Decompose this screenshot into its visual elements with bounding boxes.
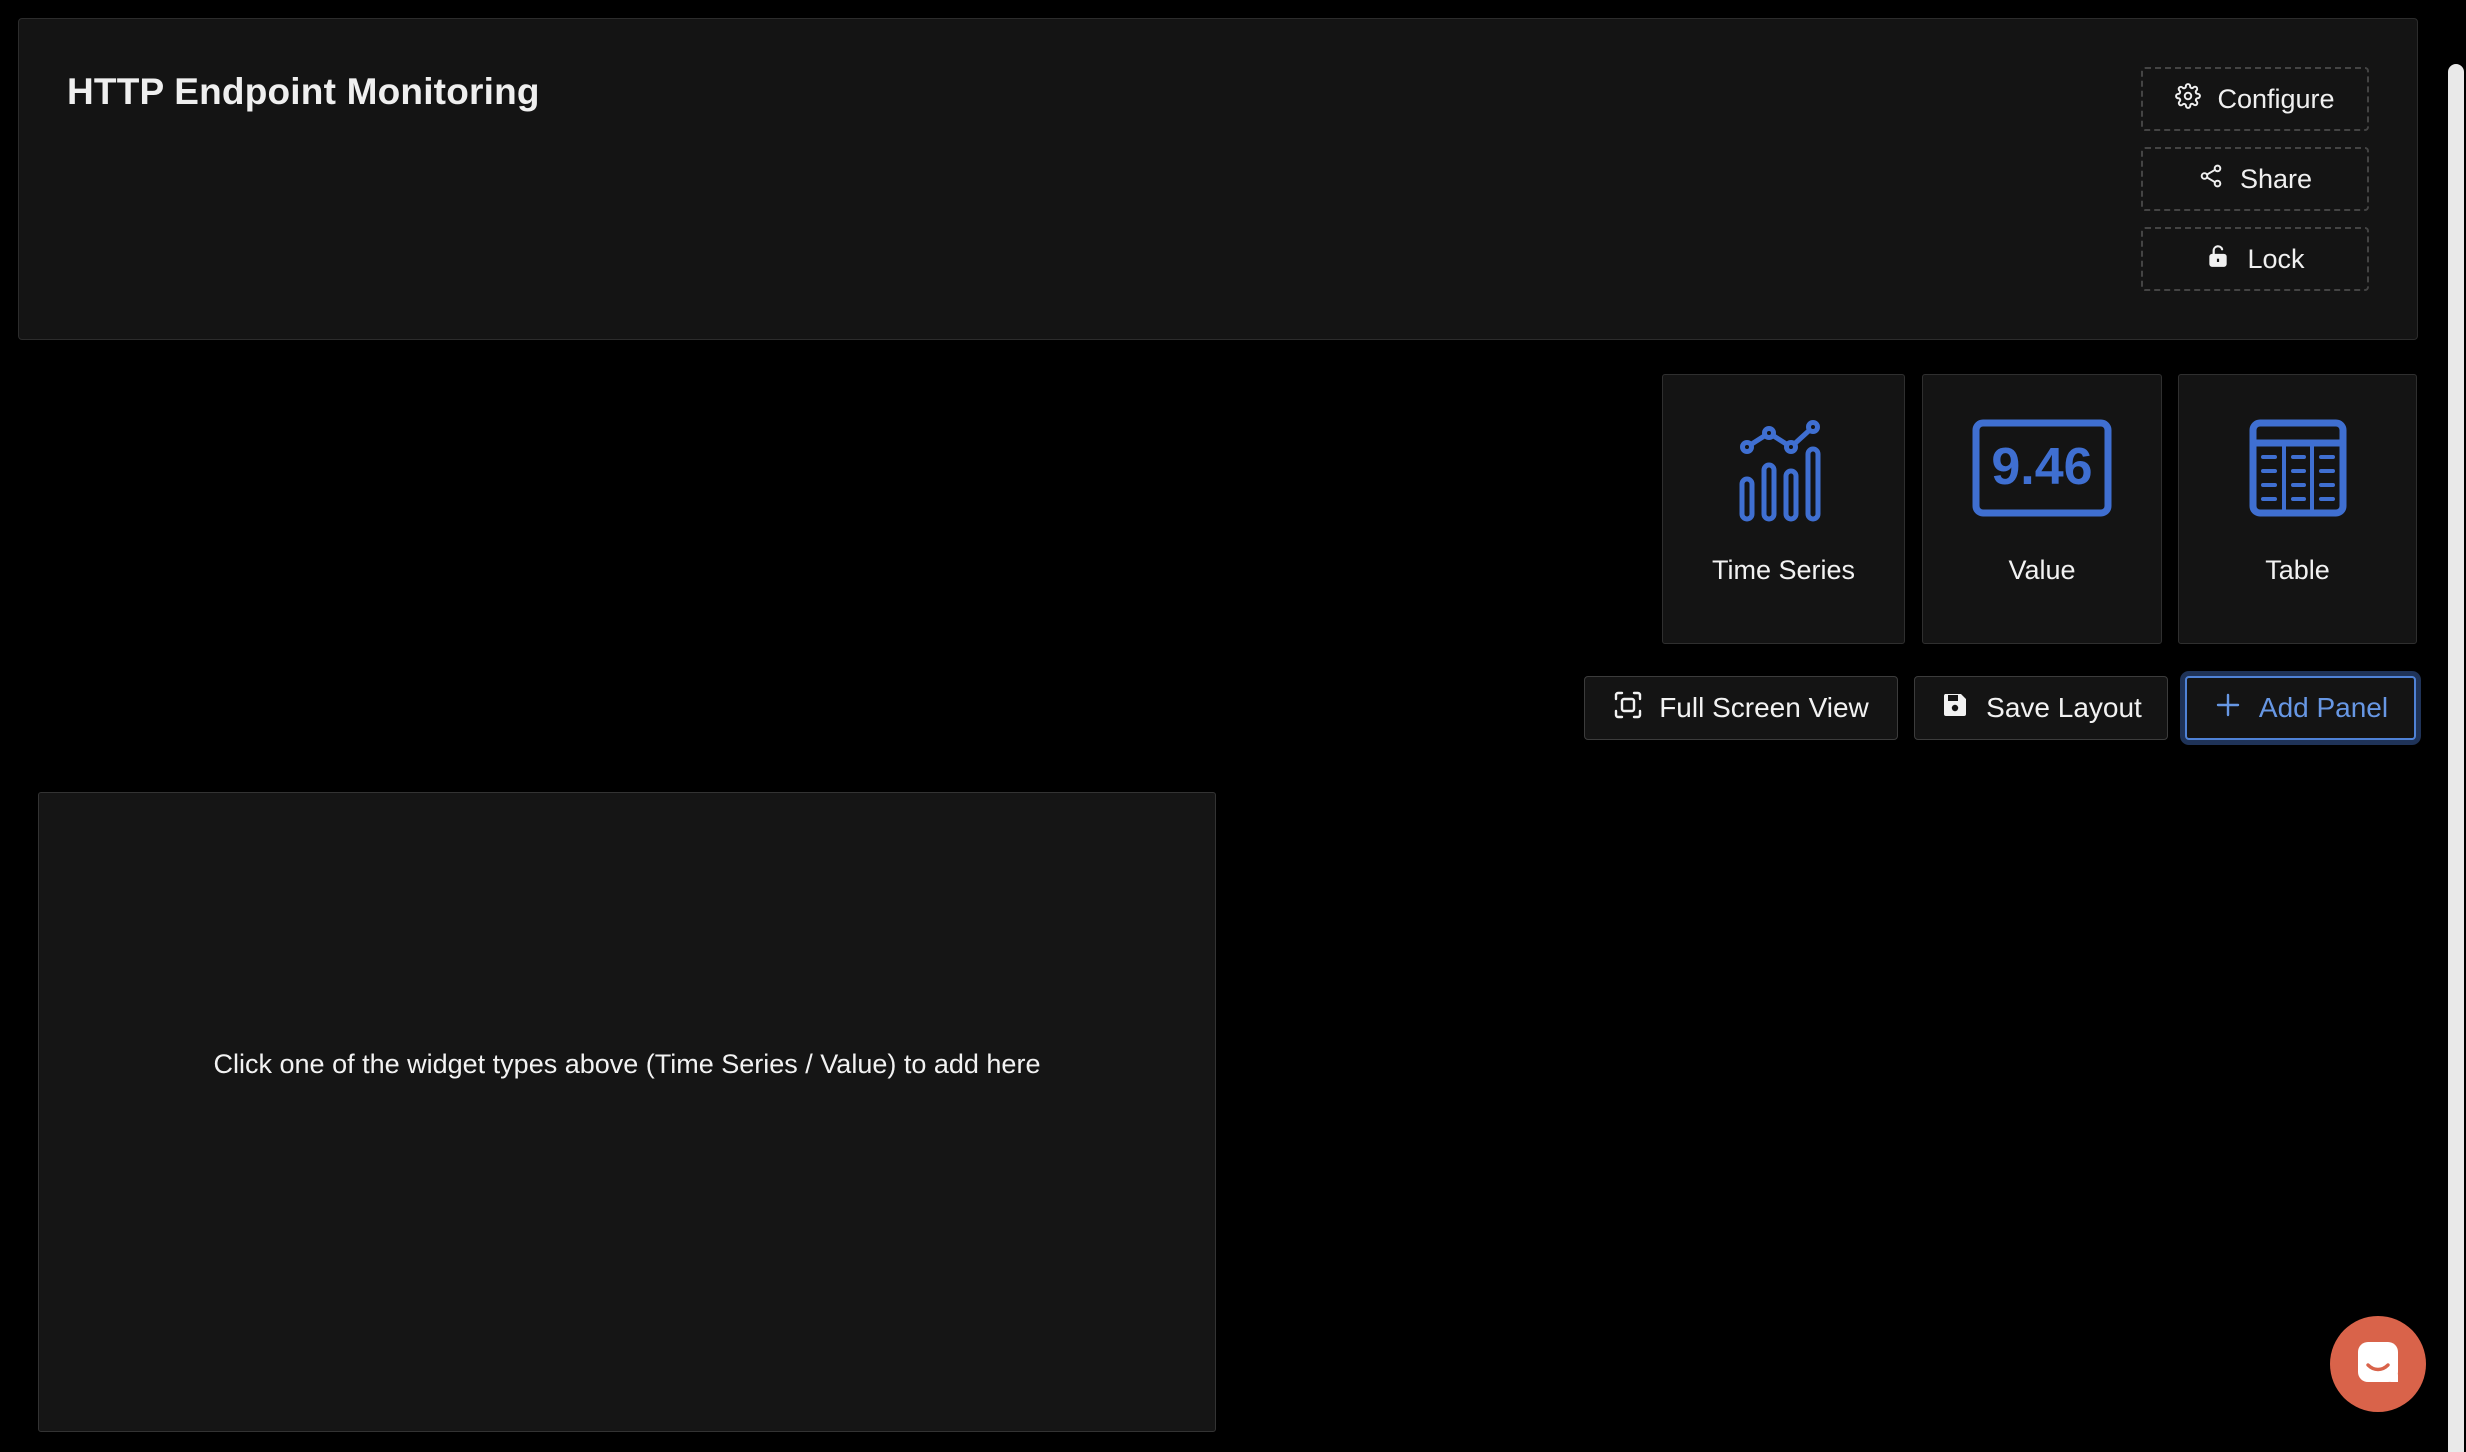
add-panel-button[interactable]: Add Panel	[2185, 676, 2416, 740]
save-layout-button[interactable]: Save Layout	[1914, 676, 2168, 740]
add-panel-label: Add Panel	[2258, 692, 2389, 723]
widget-type-value[interactable]: 9.46 Value	[1922, 374, 2162, 644]
save-layout-label: Save Layout	[1986, 692, 2142, 723]
bar-line-chart-icon	[1736, 419, 1832, 528]
share-icon	[2198, 163, 2224, 196]
widget-type-table[interactable]: Table	[2178, 374, 2417, 644]
fullscreen-icon	[1613, 690, 1643, 727]
page-title: HTTP Endpoint Monitoring	[67, 71, 540, 112]
widget-type-label: Table	[2265, 555, 2330, 585]
lock-icon	[2205, 243, 2231, 276]
full-screen-label: Full Screen View	[1659, 692, 1869, 723]
empty-panel-message: Click one of the widget types above (Tim…	[213, 1049, 1041, 1079]
share-label: Share	[2239, 163, 2313, 194]
share-button[interactable]: Share	[2141, 147, 2369, 211]
plus-icon	[2213, 690, 2243, 727]
floppy-disk-icon	[1940, 690, 1970, 727]
configure-button[interactable]: Configure	[2141, 67, 2369, 131]
header-actions: Configure Share Lock	[2141, 67, 2369, 307]
page-scrollbar[interactable]	[2444, 0, 2466, 1452]
configure-label: Configure	[2217, 83, 2335, 114]
chat-launcher-button[interactable]	[2330, 1316, 2426, 1412]
gear-icon	[2175, 82, 2202, 116]
widget-type-time-series[interactable]: Time Series	[1662, 374, 1905, 644]
lock-label: Lock	[2247, 243, 2305, 274]
value-sample: 9.46	[1991, 438, 2092, 496]
dashboard-header: HTTP Endpoint Monitoring Configure Share…	[18, 18, 2418, 340]
widget-type-label: Value	[2008, 555, 2076, 585]
scrollbar-thumb[interactable]	[2448, 64, 2464, 1452]
widget-type-label: Time Series	[1711, 555, 1856, 585]
lock-button[interactable]: Lock	[2141, 227, 2369, 291]
value-display-icon: 9.46	[1972, 419, 2112, 522]
full-screen-button[interactable]: Full Screen View	[1584, 676, 1898, 740]
table-icon	[2249, 419, 2347, 522]
chat-icon	[2354, 1338, 2402, 1391]
empty-panel-dropzone[interactable]: Click one of the widget types above (Tim…	[38, 792, 1216, 1432]
